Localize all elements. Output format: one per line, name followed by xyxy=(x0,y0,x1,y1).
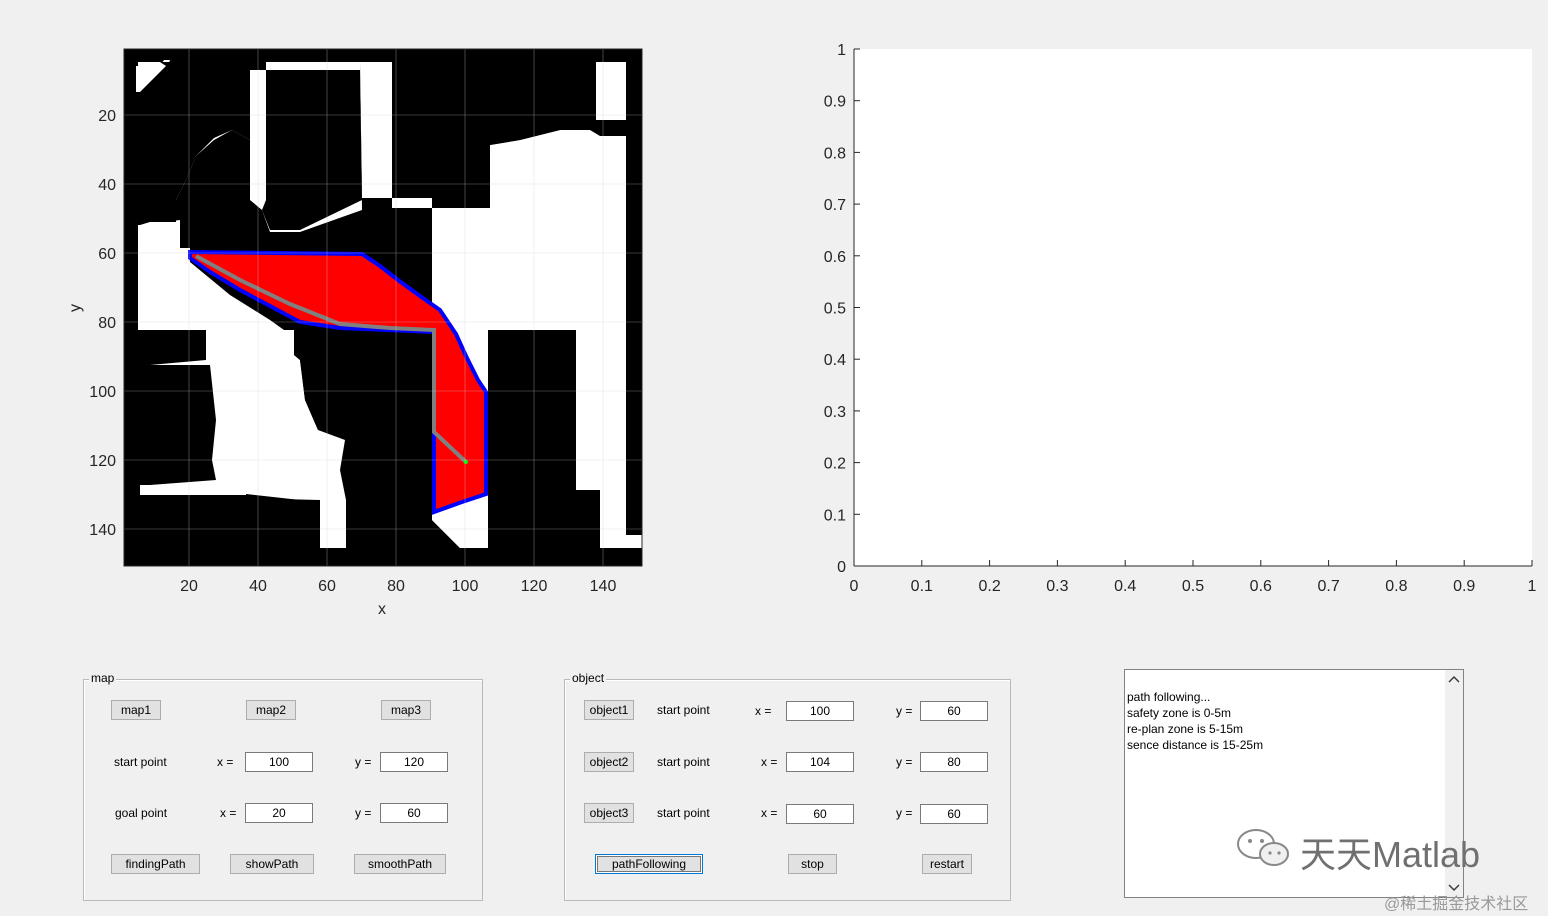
object1-x-input[interactable] xyxy=(786,701,854,721)
plot-xtick-label: 0.2 xyxy=(978,578,1000,595)
object2-y-label: y = xyxy=(896,755,913,769)
log-line: re-plan zone is 5-15m xyxy=(1127,722,1244,736)
object3-y-label: y = xyxy=(896,806,913,820)
map-xlabel: x xyxy=(378,601,386,618)
object1-button[interactable]: object1 xyxy=(584,700,634,720)
map-ytick: 140 xyxy=(89,522,116,539)
object-panel-title: object xyxy=(570,671,607,685)
map-axes: 20 40 60 80 100 120 140 20 40 60 80 100 … xyxy=(67,48,643,618)
plot-xtick-label: 0.3 xyxy=(1046,578,1068,595)
object1-x-label: x = xyxy=(755,704,772,718)
plot-ytick-label: 1 xyxy=(837,42,846,59)
start-y-input[interactable] xyxy=(380,752,448,772)
start-y-label: y = xyxy=(355,755,372,769)
object1-start-label: start point xyxy=(657,703,710,717)
log-line: path following... xyxy=(1127,690,1211,704)
map-ytick: 60 xyxy=(98,246,116,263)
wechat-icon xyxy=(1237,829,1289,866)
plot-xtick-label: 0.6 xyxy=(1250,578,1272,595)
start-x-label: x = xyxy=(217,755,234,769)
map2-button[interactable]: map2 xyxy=(246,700,296,720)
show-path-button[interactable]: showPath xyxy=(230,854,314,874)
map-ytick: 20 xyxy=(98,108,116,125)
map3-button[interactable]: map3 xyxy=(381,700,431,720)
plot-ytick-label: 0 xyxy=(837,559,846,576)
plot-ytick-label: 0.5 xyxy=(824,301,846,318)
goal-x-label: x = xyxy=(220,806,237,820)
map-ylabel: y xyxy=(67,304,84,312)
map-xtick: 40 xyxy=(249,578,267,595)
occupancy-map xyxy=(123,48,643,567)
watermark-brand: 天天Matlab xyxy=(1300,834,1481,875)
plot-xtick-label: 0.1 xyxy=(911,578,933,595)
plot-xtick-label: 1 xyxy=(1528,578,1537,595)
watermark-site: @稀土掘金技术社区 xyxy=(1384,896,1529,913)
plot-ytick-label: 0.2 xyxy=(824,456,846,473)
plot-xtick-label: 0.5 xyxy=(1182,578,1204,595)
start-x-input[interactable] xyxy=(245,752,313,772)
log-line: safety zone is 0-5m xyxy=(1127,706,1232,720)
object1-y-label: y = xyxy=(896,704,913,718)
plot-ytick-label: 0.7 xyxy=(824,197,846,214)
map-ytick: 80 xyxy=(98,315,116,332)
scroll-up-icon[interactable] xyxy=(1445,670,1463,688)
plot-ytick-label: 0.1 xyxy=(824,507,846,524)
map-xtick: 120 xyxy=(521,578,548,595)
map-xtick: 100 xyxy=(452,578,479,595)
plot-ytick-label: 0.6 xyxy=(824,249,846,266)
map-xtick: 20 xyxy=(180,578,198,595)
plot-ytick-label: 0.4 xyxy=(824,352,846,369)
object3-y-input[interactable] xyxy=(920,804,988,824)
plot-xtick-label: 0.9 xyxy=(1453,578,1475,595)
object3-button[interactable]: object3 xyxy=(584,803,634,823)
finding-path-button[interactable]: findingPath xyxy=(111,854,200,874)
object3-x-input[interactable] xyxy=(786,804,854,824)
plot-xtick-label: 0.7 xyxy=(1317,578,1339,595)
map-ytick: 40 xyxy=(98,177,116,194)
map-xtick: 140 xyxy=(590,578,617,595)
object3-start-label: start point xyxy=(657,806,710,820)
plot-ytick-label: 0.8 xyxy=(824,145,846,162)
plot-ytick-label: 0.3 xyxy=(824,404,846,421)
smooth-path-button[interactable]: smoothPath xyxy=(354,854,446,874)
object2-y-input[interactable] xyxy=(920,752,988,772)
object2-start-label: start point xyxy=(657,755,710,769)
log-line: sence distance is 15-25m xyxy=(1127,738,1264,752)
plot-area xyxy=(854,49,1532,566)
plot-xtick-label: 0.8 xyxy=(1385,578,1407,595)
plot-xtick-label: 0.4 xyxy=(1114,578,1136,595)
goal-y-label: y = xyxy=(355,806,372,820)
start-point-label: start point xyxy=(114,755,167,769)
map1-button[interactable]: map1 xyxy=(111,700,161,720)
object1-y-input[interactable] xyxy=(920,701,988,721)
plot-ytick-label: 0.9 xyxy=(824,94,846,111)
object2-x-label: x = xyxy=(761,755,778,769)
map-ytick: 120 xyxy=(89,453,116,470)
object2-button[interactable]: object2 xyxy=(584,752,634,772)
object3-x-label: x = xyxy=(761,806,778,820)
map-xtick: 60 xyxy=(318,578,336,595)
log-lines: path following... safety zone is 0-5m re… xyxy=(1125,670,1463,753)
goal-point-label: goal point xyxy=(115,806,168,820)
object2-x-input[interactable] xyxy=(786,752,854,772)
restart-button[interactable]: restart xyxy=(922,854,972,874)
plot-axes: 0 0.1 0.2 0.3 0.4 0.5 0.6 0.7 0.8 0.9 1 0 0.1 0.2 0.3 0… xyxy=(824,42,1537,595)
goal-y-input[interactable] xyxy=(380,803,448,823)
map-panel-title: map xyxy=(89,671,117,685)
plot-xtick-label: 0 xyxy=(850,578,859,595)
goal-x-input[interactable] xyxy=(245,803,313,823)
map-xtick: 80 xyxy=(387,578,405,595)
path-following-button[interactable]: pathFollowing xyxy=(595,854,703,874)
map-ytick: 100 xyxy=(89,384,116,401)
stop-button[interactable]: stop xyxy=(788,854,837,874)
